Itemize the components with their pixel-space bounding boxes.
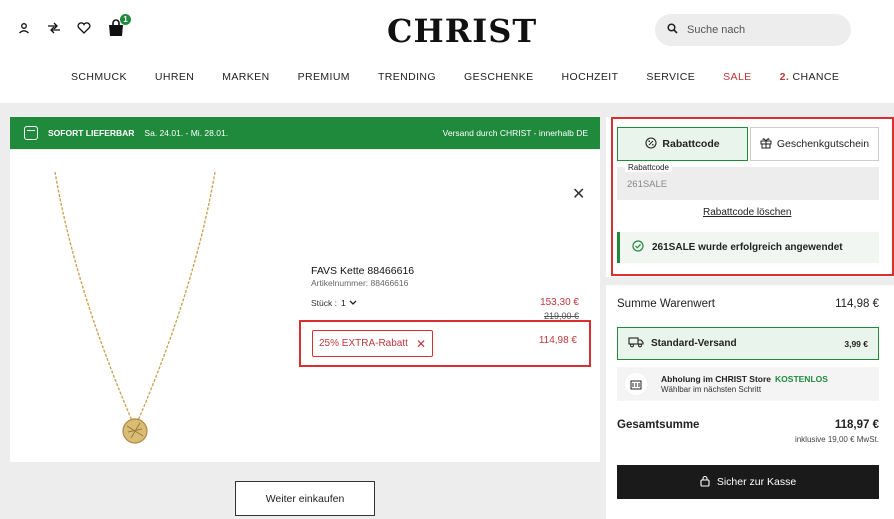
- discount-label: 25% EXTRA-Rabatt: [319, 338, 408, 349]
- brand-logo[interactable]: CHRIST: [387, 12, 537, 50]
- discount-highlight: 25% EXTRA-Rabatt ✕ 114,98 €: [299, 320, 591, 367]
- availability-banner: SOFORT LIEFERBAR Sa. 24.01. - Mi. 28.01.…: [10, 117, 600, 149]
- store-icon: [625, 373, 647, 395]
- discounted-price: 114,98 €: [538, 335, 577, 346]
- article-number-value: 88466616: [370, 278, 409, 288]
- tab-rabattcode-label: Rabattcode: [662, 138, 720, 150]
- standard-shipping-label: Standard-Versand: [651, 338, 737, 349]
- delete-voucher-link[interactable]: Rabattcode löschen: [703, 207, 791, 218]
- nav-item-premium[interactable]: PREMIUM: [298, 71, 350, 83]
- remove-item-icon[interactable]: ✕: [572, 184, 585, 204]
- nav-item-geschenke[interactable]: GESCHENKE: [464, 71, 534, 83]
- checkout-button[interactable]: Sicher zur Kasse: [617, 465, 879, 499]
- price-current: 153,30 €: [540, 297, 579, 308]
- tab-geschenkgutschein[interactable]: Geschenkgutschein: [750, 127, 879, 161]
- total-label: Gesamtsumme: [617, 419, 700, 431]
- store-pickup-text: Abholung im CHRIST Store KOSTENLOS Wählba…: [661, 374, 828, 394]
- cart-count-badge: 1: [120, 14, 131, 25]
- quantity-select[interactable]: Stück : 1: [311, 298, 357, 308]
- total-value: 118,97 €: [834, 419, 879, 431]
- availability-label: SOFORT LIEFERBAR: [48, 128, 135, 138]
- nav-item-chance[interactable]: 2. CHANCE: [780, 71, 840, 83]
- chevron-down-icon[interactable]: [349, 298, 357, 308]
- success-text: 261SALE wurde erfolgreich angewendet: [652, 242, 843, 253]
- standard-shipping-price: 3,99 €: [844, 338, 868, 349]
- nav-item-schmuck[interactable]: SCHMUCK: [71, 71, 127, 83]
- chance-label: CHANCE: [792, 71, 840, 83]
- cart-icon[interactable]: 1: [106, 14, 131, 38]
- header-icons: 1: [16, 14, 131, 38]
- nav-item-hochzeit[interactable]: HOCHZEIT: [562, 71, 619, 83]
- voucher-code-label: Rabattcode: [625, 163, 672, 172]
- remove-discount-icon[interactable]: ✕: [416, 337, 426, 351]
- tab-geschenkgutschein-label: Geschenkgutschein: [776, 138, 870, 150]
- cart-item-card: ✕ FAVS Kette 88466616 Artikelnummer: 884…: [10, 150, 600, 462]
- nav-item-sale[interactable]: SALE: [723, 71, 751, 83]
- nav-item-trending[interactable]: TRENDING: [378, 71, 436, 83]
- lock-icon: [700, 475, 710, 490]
- nav-item-marken[interactable]: MARKEN: [222, 71, 269, 83]
- percent-badge-icon: [645, 136, 657, 152]
- store-pickup-title: Abholung im CHRIST Store: [661, 374, 772, 384]
- calendar-icon: [24, 126, 38, 140]
- tab-rabattcode[interactable]: Rabattcode: [617, 127, 748, 161]
- product-image[interactable]: [45, 168, 225, 453]
- search-input[interactable]: [687, 24, 827, 36]
- quantity-value[interactable]: 1: [341, 298, 346, 308]
- product-name[interactable]: FAVS Kette 88466616: [311, 265, 414, 277]
- nav-item-service[interactable]: SERVICE: [646, 71, 695, 83]
- voucher-code-field[interactable]: Rabattcode 261SALE: [617, 163, 879, 200]
- nav-item-uhren[interactable]: UHREN: [155, 71, 194, 83]
- tax-note: inklusive 19,00 € MwSt.: [794, 435, 879, 444]
- article-number: Artikelnummer: 88466616: [311, 278, 408, 288]
- total-row: Gesamtsumme 118,97 €: [617, 419, 879, 431]
- subtotal-row: Summe Warenwert 114,98 €: [617, 298, 879, 310]
- checkout-label: Sicher zur Kasse: [716, 476, 797, 488]
- voucher-success-message: 261SALE wurde erfolgreich angewendet: [617, 232, 879, 263]
- shipping-note: Versand durch CHRIST - innerhalb DE: [442, 128, 588, 138]
- check-circle-icon: [632, 240, 644, 255]
- compare-icon[interactable]: [46, 20, 62, 36]
- article-label: Artikelnummer:: [311, 278, 369, 288]
- account-icon[interactable]: [16, 20, 32, 36]
- chance-prefix: 2.: [779, 71, 790, 83]
- wishlist-icon[interactable]: [76, 20, 92, 36]
- subtotal-value: 114,98 €: [835, 298, 879, 310]
- standard-shipping-option[interactable]: Standard-Versand 3,99 €: [617, 327, 879, 360]
- truck-icon: [628, 336, 644, 351]
- main-nav: SCHMUCK UHREN MARKEN PREMIUM TRENDING GE…: [71, 71, 867, 83]
- availability-dates: Sa. 24.01. - Mi. 28.01.: [144, 128, 229, 138]
- search-box[interactable]: [655, 14, 851, 46]
- store-pickup-free: KOSTENLOS: [775, 374, 828, 384]
- search-icon[interactable]: [667, 21, 678, 39]
- subtotal-label: Summe Warenwert: [617, 298, 715, 310]
- voucher-code-value[interactable]: 261SALE: [627, 179, 667, 190]
- store-pickup-note: Wählbar im nächsten Schritt: [661, 385, 762, 394]
- discount-chip[interactable]: 25% EXTRA-Rabatt ✕: [312, 330, 433, 357]
- quantity-label: Stück :: [311, 298, 337, 308]
- store-pickup-option[interactable]: Abholung im CHRIST Store KOSTENLOS Wählba…: [617, 367, 879, 401]
- gift-icon: [760, 137, 772, 152]
- continue-shopping-button[interactable]: Weiter einkaufen: [235, 481, 375, 516]
